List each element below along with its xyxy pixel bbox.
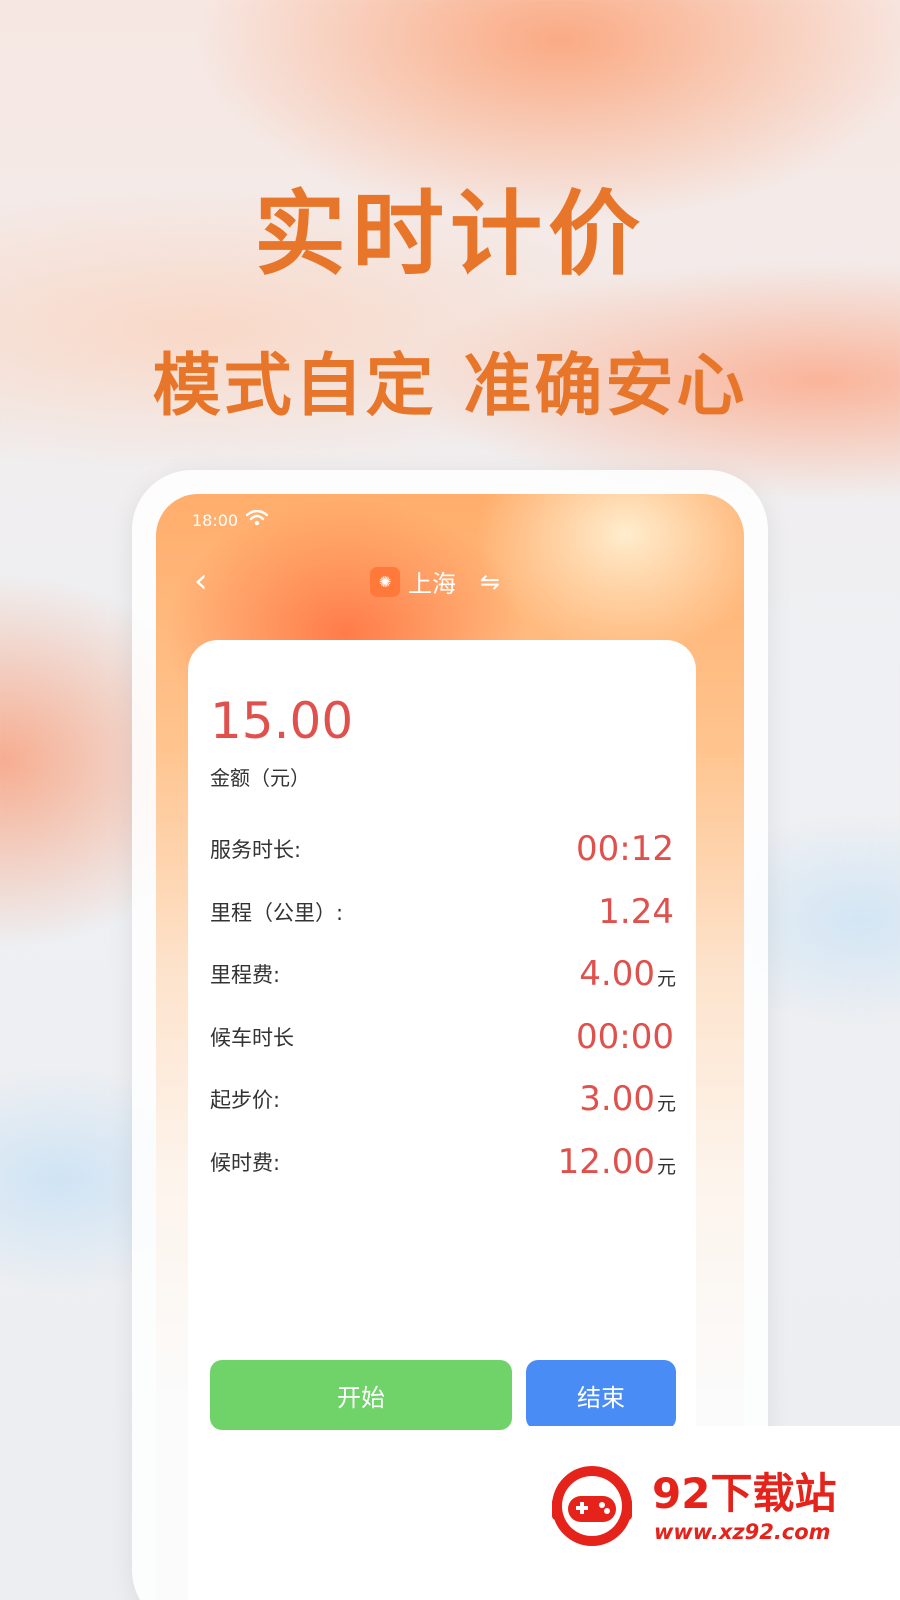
row-value: 12.00 xyxy=(557,1141,655,1182)
subline: 模式自定 准确安心 xyxy=(152,347,748,426)
row-value: 3.00 xyxy=(579,1079,655,1120)
meter-row-distance-fee: 里程费: 4.00 元 xyxy=(210,943,676,1006)
status-bar: 18:00 xyxy=(192,509,269,530)
row-unit: 元 xyxy=(656,1093,676,1116)
amount-label: 金额（元） xyxy=(210,766,310,790)
city-selector[interactable]: ✺ 上海 ⇋ xyxy=(370,564,500,599)
city-label: 上海 xyxy=(408,570,456,598)
row-label: 服务时长: xyxy=(210,838,302,863)
row-label: 候时费: xyxy=(210,1150,281,1175)
meter-row-service-time: 服务时长: 00:12 xyxy=(210,818,676,881)
start-button[interactable]: 开始 xyxy=(210,1360,512,1430)
meter-row-wait-time: 候车时长 00:00 xyxy=(210,1006,676,1069)
row-label: 里程（公里）: xyxy=(210,900,344,925)
row-label: 里程费: xyxy=(210,963,281,988)
row-value: 00:00 xyxy=(576,1016,674,1057)
nav-bar: ‹ ✺ 上海 ⇋ xyxy=(156,562,744,602)
end-button[interactable]: 结束 xyxy=(526,1360,676,1430)
meter-row-wait-fee: 候时费: 12.00 元 xyxy=(210,1131,676,1194)
status-time: 18:00 xyxy=(192,510,239,530)
swap-icon[interactable]: ⇋ xyxy=(480,568,500,596)
meter-row-base-fare: 起步价: 3.00 元 xyxy=(210,1068,676,1131)
headline: 实时计价 xyxy=(253,181,646,288)
row-label: 起步价: xyxy=(210,1088,281,1113)
row-value: 00:12 xyxy=(576,829,674,870)
amount-value: 15.00 xyxy=(210,692,354,750)
row-value: 4.00 xyxy=(579,954,655,995)
row-unit: 元 xyxy=(656,1155,676,1178)
meter-row-distance: 里程（公里）: 1.24 xyxy=(210,881,676,944)
meter-rows: 服务时长: 00:12 里程（公里）: 1.24 里程费: 4.00 元 候车时长… xyxy=(210,818,676,1193)
gamepad-logo-icon xyxy=(552,1466,632,1546)
watermark-title: 92下载站 xyxy=(652,1469,837,1518)
row-label: 候车时长 xyxy=(210,1025,294,1050)
back-icon[interactable]: ‹ xyxy=(194,564,208,598)
wifi-icon xyxy=(245,509,269,530)
watermark: 92下载站 www.xz92.com xyxy=(520,1426,900,1600)
row-unit: 元 xyxy=(656,968,676,991)
row-value: 1.24 xyxy=(598,891,674,932)
city-icon: ✺ xyxy=(370,566,400,597)
watermark-url: www.xz92.com xyxy=(654,1520,831,1544)
